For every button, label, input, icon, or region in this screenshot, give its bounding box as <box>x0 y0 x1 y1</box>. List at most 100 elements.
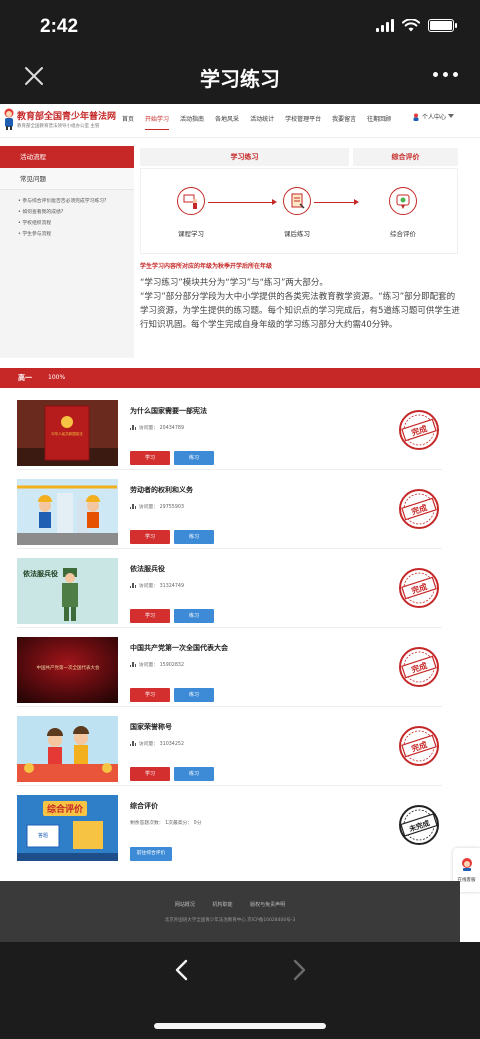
app-nav-bar: 学习练习 <box>0 50 480 104</box>
lesson-thumbnail[interactable]: 中华人民共和国宪法 <box>17 400 118 466</box>
evaluation-remaining: 剩余答题次数： 1次最高分： 0分 <box>130 821 202 826</box>
visit-count: 访问量： 31034252 <box>138 742 185 747</box>
lesson-thumbnail[interactable] <box>17 716 118 782</box>
lesson-title[interactable]: 中国共产党第一次全国代表大会 <box>130 643 228 653</box>
lesson-item: 中国共产党第一次全国代表大会 中国共产党第一次全国代表大会 访问量： 15902… <box>17 637 442 707</box>
step-label: 课程学习 <box>178 230 204 238</box>
footer-link-overview[interactable]: 网站概况 <box>175 902 195 908</box>
menu-item-guide[interactable]: 活动指南 <box>180 114 204 130</box>
menu-item-statistics[interactable]: 活动统计 <box>250 114 274 130</box>
bar-chart-icon <box>130 504 136 509</box>
evaluation-title[interactable]: 综合评价 <box>130 801 158 811</box>
sidebar: 活动流程 常见问题 • 参与综合评价能否否必须完成学习练习? • 如何查看我的成… <box>0 146 134 358</box>
study-button[interactable]: 学习 <box>130 767 170 781</box>
site-name[interactable]: 教育部全国青少年普法网 <box>17 109 116 122</box>
study-button[interactable]: 学习 <box>130 688 170 702</box>
main-menu: 首页 开始学习 活动指南 各地风采 活动统计 学校管理平台 我要留言 往期回顾 <box>122 114 391 130</box>
lesson-thumbnail[interactable]: 中国共产党第一次全国代表大会 <box>17 637 118 703</box>
faq-link[interactable]: • 学校组织流程 <box>18 218 134 229</box>
cellular-signal-icon <box>376 18 394 32</box>
step-connector <box>208 202 274 203</box>
study-button[interactable]: 学习 <box>130 609 170 623</box>
evaluation-banner-text: 综合评价 <box>43 801 88 816</box>
grade-name: 高一 <box>18 374 32 382</box>
customer-service-icon <box>461 858 472 871</box>
site-footer: 网站概况 机构职能 版权与免责声明 北京外国语大学全国青少年法治教育中心 京IC… <box>0 881 460 942</box>
site-header: 教育部全国青少年普法网 教育部全国教育普法领导小组办公室 主管 首页 开始学习 … <box>0 104 480 138</box>
mascot-logo-icon[interactable] <box>2 108 16 130</box>
battery-icon <box>428 18 457 32</box>
lesson-title[interactable]: 国家荣誉称号 <box>130 722 172 732</box>
step-comprehensive-evaluation: 综合评价 <box>373 187 433 238</box>
user-center[interactable]: 个人中心 <box>412 112 455 121</box>
status-bar: 2:42 <box>0 0 480 50</box>
evaluation-thumbnail[interactable]: 综合评价 答题 <box>17 795 118 861</box>
visit-count: 访问量： 20434789 <box>138 426 185 431</box>
lesson-visits: 访问量： 31324749 <box>130 582 184 589</box>
caret-down-icon <box>448 114 455 118</box>
completed-stamp-icon: 完成 <box>399 726 439 766</box>
congress-banner-text: 中国共产党第一次全国代表大会 <box>36 666 100 671</box>
completed-stamp-icon: 完成 <box>399 568 439 608</box>
lesson-title[interactable]: 为什么国家需要一部宪法 <box>130 406 207 416</box>
practice-button[interactable]: 练习 <box>174 609 214 623</box>
more-options-icon[interactable] <box>433 72 458 77</box>
lesson-thumbnail[interactable]: 依法服兵役 <box>17 558 118 624</box>
site-subtitle: 教育部全国教育普法领导小组办公室 主管 <box>17 124 100 129</box>
step-after-class-practice: 课后练习 <box>267 187 327 238</box>
browser-bottom-bar <box>0 942 480 1039</box>
menu-item-school-platform[interactable]: 学校管理平台 <box>285 114 321 130</box>
practice-button[interactable]: 练习 <box>174 688 214 702</box>
study-button[interactable]: 学习 <box>130 451 170 465</box>
lesson-item: 中华人民共和国宪法 为什么国家需要一部宪法 访问量： 20434789 学习 练… <box>17 400 442 470</box>
module-intro: “学习练习”模块共分为“学习”与“练习”两大部分。 “学习”部分部分学段为大中小… <box>140 278 460 330</box>
lesson-thumbnail[interactable] <box>17 479 118 545</box>
menu-item-start-learning[interactable]: 开始学习 <box>145 114 170 130</box>
faq-link[interactable]: • 参与综合评价能否否必须完成学习练习? <box>18 196 134 207</box>
grade-progress: 100% <box>48 374 66 381</box>
menu-item-regions[interactable]: 各地风采 <box>215 114 239 130</box>
lesson-item: 劳动者的权利和义务 访问量： 29755903 学习 练习 完成 <box>17 479 442 549</box>
back-arrow-icon[interactable] <box>172 958 192 982</box>
lesson-item: 国家荣誉称号 访问量： 31034252 学习 练习 完成 <box>17 716 442 786</box>
practice-button[interactable]: 练习 <box>174 451 214 465</box>
teacher-icon <box>177 187 205 215</box>
evaluation-item: 综合评价 答题 综合评价 剩余答题次数： 1次最高分： 0分 前往综合评价 未完… <box>17 795 442 865</box>
menu-item-home[interactable]: 首页 <box>122 114 134 130</box>
soldier-banner-text: 依法服兵役 <box>23 570 58 578</box>
footer-link-functions[interactable]: 机构职能 <box>212 902 232 908</box>
footer-link-copyright[interactable]: 版权与免责声明 <box>250 902 285 908</box>
home-indicator[interactable] <box>154 1023 326 1029</box>
faq-link[interactable]: • 学生参与流程 <box>18 229 134 240</box>
steps-header-evaluation: 综合评价 <box>353 148 458 166</box>
visit-count: 访问量： 29755903 <box>138 505 185 510</box>
steps-header-study: 学习练习 <box>140 148 349 166</box>
footer-copyright: 北京外国语大学全国青少年法治教育中心 京ICP备10028400号-3 <box>164 918 296 923</box>
study-button[interactable]: 学习 <box>130 530 170 544</box>
lesson-item: 依法服兵役 依法服兵役 访问量： 31324749 学习 练习 完成 <box>17 558 442 628</box>
practice-button[interactable]: 练习 <box>174 530 214 544</box>
sidebar-item-faq[interactable]: 常见问题 <box>0 168 134 190</box>
sidebar-item-process[interactable]: 活动流程 <box>0 146 134 168</box>
status-time: 2:42 <box>40 16 79 37</box>
menu-item-history[interactable]: 往期回顾 <box>367 114 391 130</box>
answer-screen-text: 答题 <box>37 833 48 839</box>
practice-button[interactable]: 练习 <box>174 767 214 781</box>
user-avatar-icon <box>413 113 419 121</box>
exercise-book-icon <box>283 187 311 215</box>
lesson-visits: 访问量： 29755903 <box>130 503 184 510</box>
book-title-text: 中华人民共和国宪法 <box>51 432 83 436</box>
faq-links: • 参与综合评价能否否必须完成学习练习? • 如何查看我的成绩? • 学校组织流… <box>0 190 134 240</box>
forward-arrow-icon[interactable] <box>289 958 309 982</box>
menu-item-message[interactable]: 我要留言 <box>332 114 356 130</box>
completed-stamp-icon: 完成 <box>399 489 439 529</box>
step-label: 课后练习 <box>284 230 310 238</box>
step-course-study: 课程学习 <box>161 187 221 238</box>
lesson-title[interactable]: 劳动者的权利和义务 <box>130 485 193 495</box>
not-completed-stamp-icon: 未完成 <box>399 805 439 845</box>
go-evaluation-button[interactable]: 前往综合评价 <box>130 847 172 861</box>
footer-links: 网站概况 机构职能 版权与免责声明 <box>0 901 460 908</box>
faq-link[interactable]: • 如何查看我的成绩? <box>18 207 134 218</box>
lesson-title[interactable]: 依法服兵役 <box>130 564 165 574</box>
bar-chart-icon <box>130 583 136 588</box>
